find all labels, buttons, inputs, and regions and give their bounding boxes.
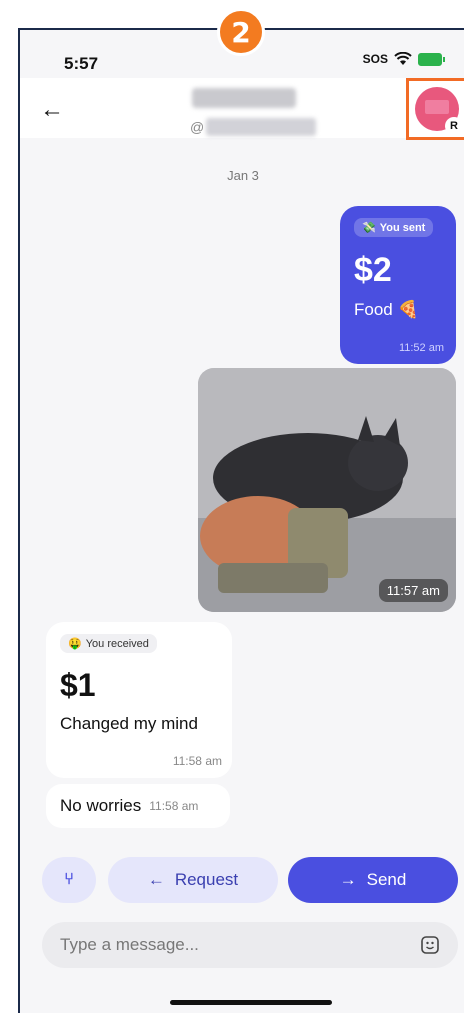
- status-time: 5:57: [64, 54, 99, 73]
- sos-label: SOS: [362, 52, 388, 66]
- step-number-badge: 2: [217, 8, 265, 56]
- sent-amount: $2: [354, 251, 392, 289]
- chat-header: ← @: [20, 78, 464, 138]
- split-icon: ⑂: [64, 871, 74, 888]
- status-indicators: SOS: [362, 52, 445, 66]
- battery-icon: [418, 52, 445, 66]
- sent-payment-bubble[interactable]: 💸 You sent $2 Food 🍕 11:52 am: [340, 206, 456, 364]
- avatar: R: [415, 87, 463, 135]
- photo-message[interactable]: 11:57 am: [198, 368, 456, 612]
- request-label: Request: [174, 870, 239, 889]
- request-button[interactable]: ← Request: [108, 857, 278, 903]
- send-label: Send: [366, 870, 407, 889]
- avatar-initial: R: [445, 117, 463, 135]
- money-face-icon: 🤑: [68, 638, 82, 650]
- back-arrow-icon[interactable]: ←: [40, 98, 64, 122]
- contact-name-redacted: [192, 88, 296, 108]
- sent-time: 11:52 am: [398, 342, 444, 354]
- handle-prefix: @: [190, 119, 205, 135]
- send-button[interactable]: → Send: [288, 857, 458, 903]
- message-time: 11:58 am: [149, 799, 199, 813]
- message-composer: [42, 922, 458, 968]
- phone-screen: 5:57 SOS ← @ R Jan 3 💸 You sent $2 Food …: [18, 28, 464, 1013]
- money-icon: 💸: [362, 222, 376, 234]
- cat-photo-image: [198, 368, 456, 612]
- contact-handle: @: [190, 118, 317, 136]
- arrow-right-icon: →: [339, 870, 357, 889]
- date-divider: Jan 3: [227, 168, 259, 183]
- received-pill: 🤑 You received: [60, 634, 157, 653]
- sent-note: Food 🍕: [354, 300, 419, 319]
- sent-pill: 💸 You sent: [354, 218, 434, 237]
- received-note: Changed my mind: [60, 714, 198, 733]
- received-payment-bubble[interactable]: 🤑 You received $1 Changed my mind 11:58 …: [46, 622, 232, 778]
- received-pill-label: You received: [85, 637, 149, 650]
- message-input[interactable]: [60, 935, 400, 955]
- sent-pill-label: You sent: [379, 221, 426, 234]
- home-indicator[interactable]: [170, 1000, 332, 1005]
- photo-time: 11:57 am: [378, 579, 448, 602]
- wifi-icon: [394, 52, 412, 65]
- text-message-bubble[interactable]: No worries 11:58 am: [46, 784, 230, 828]
- received-time: 11:58 am: [172, 754, 222, 768]
- sticker-icon[interactable]: [420, 935, 440, 955]
- contact-avatar-button[interactable]: R: [406, 78, 464, 140]
- received-amount: $1: [60, 667, 96, 703]
- handle-redacted: [206, 118, 317, 136]
- message-text: No worries: [60, 796, 142, 815]
- arrow-left-icon: ←: [147, 870, 165, 889]
- split-button[interactable]: ⑂: [42, 857, 96, 903]
